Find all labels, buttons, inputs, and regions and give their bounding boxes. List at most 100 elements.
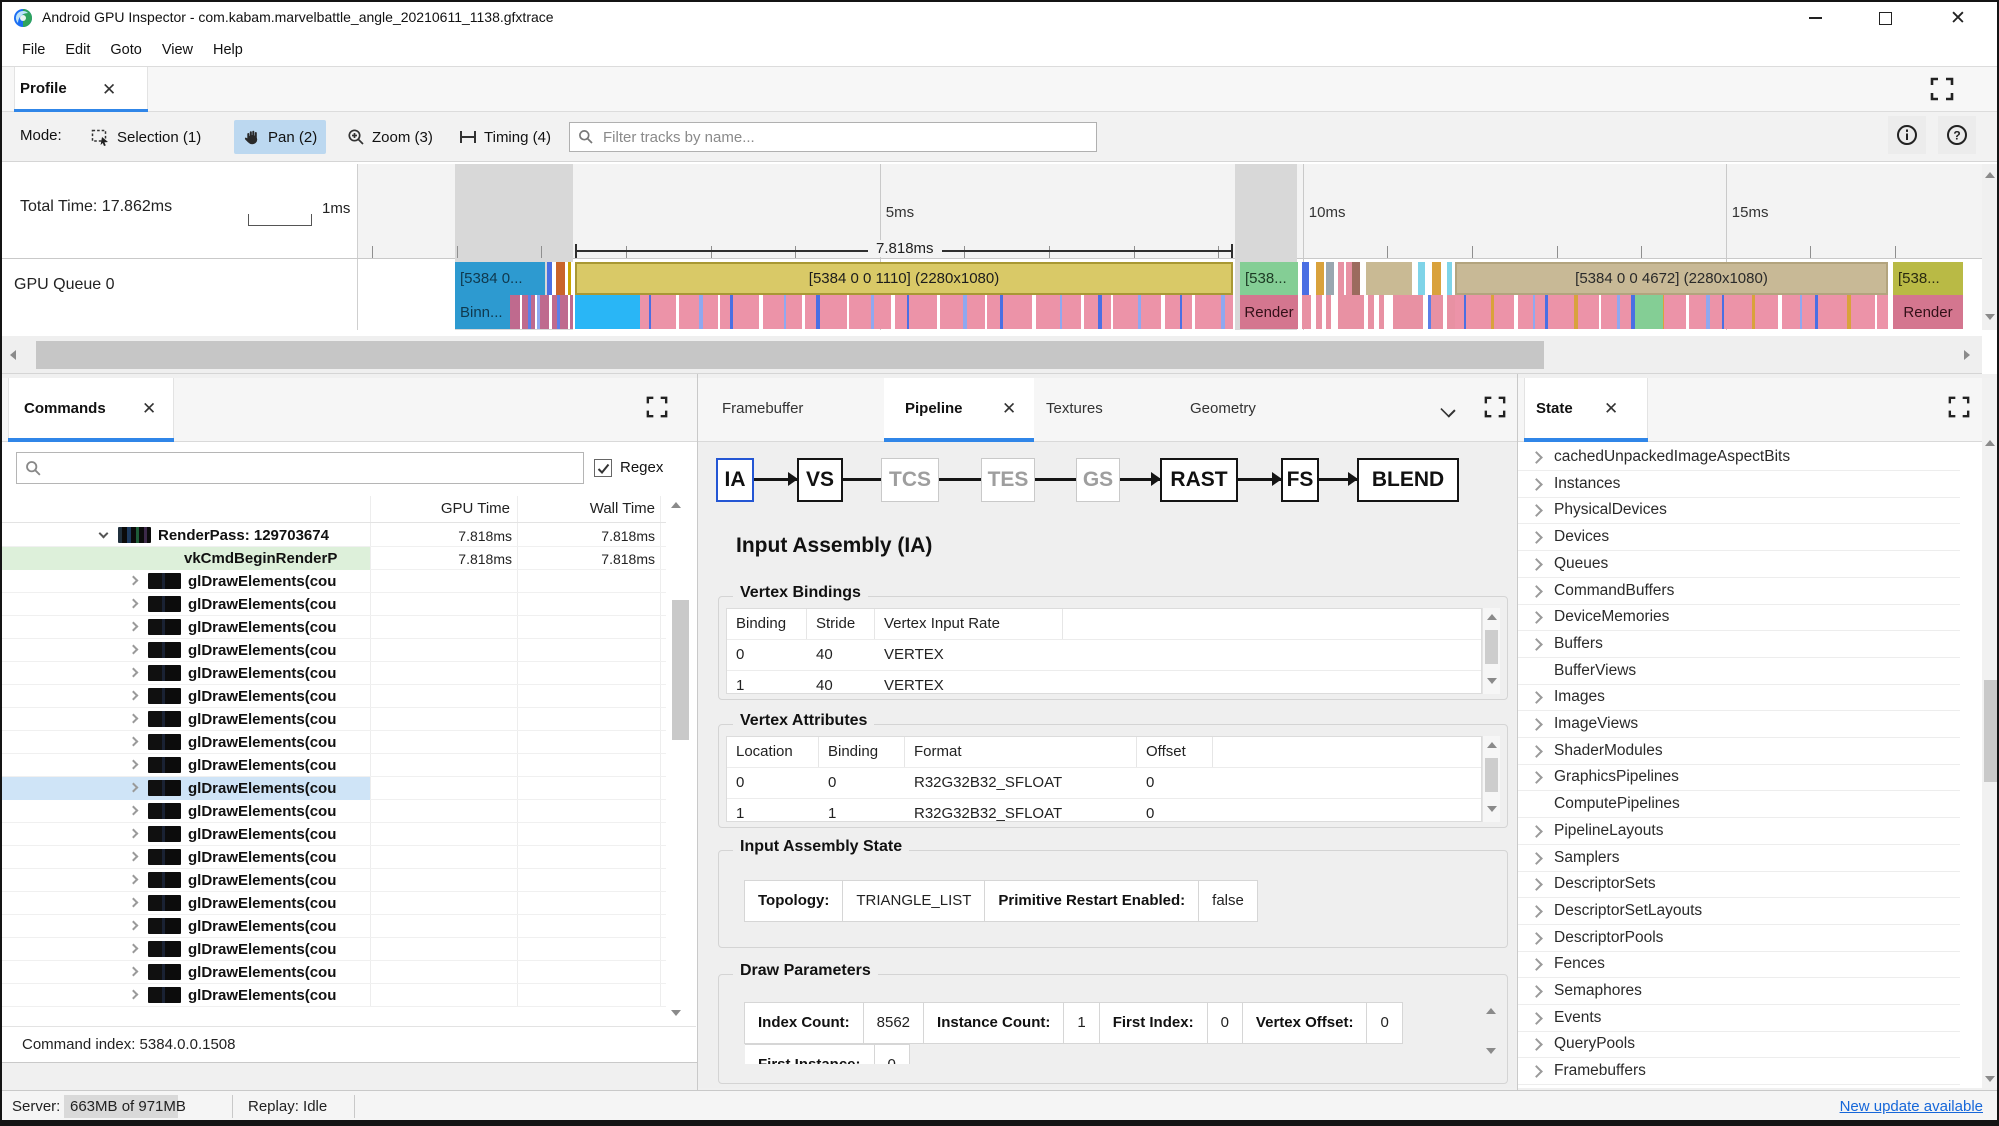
scroll-up-icon[interactable] <box>1487 614 1497 620</box>
tab-pipeline-close-icon[interactable]: ✕ <box>1002 399 1016 419</box>
state-item-querypools[interactable]: QueryPools <box>1518 1031 1960 1059</box>
chevron-right-icon[interactable] <box>1530 718 1543 731</box>
scrollbar-thumb[interactable] <box>1485 758 1498 792</box>
chevron-right-icon[interactable] <box>1530 504 1543 518</box>
profile-fullscreen-icon[interactable] <box>1930 77 1954 101</box>
state-item-framebuffers[interactable]: Framebuffers <box>1518 1058 1960 1086</box>
scroll-up-icon[interactable] <box>1486 1008 1496 1014</box>
tab-commands-close-icon[interactable]: ✕ <box>142 399 156 419</box>
track-slice[interactable]: Binn... <box>455 295 510 329</box>
chevron-right-icon[interactable] <box>1530 931 1543 945</box>
scroll-up-icon[interactable] <box>1487 742 1497 748</box>
state-item-events[interactable]: Events <box>1518 1005 1960 1032</box>
pipeline-stage-fs[interactable]: FS <box>1281 458 1319 502</box>
update-link[interactable]: New update available <box>1840 1098 1983 1115</box>
commands-scroll-up-icon[interactable] <box>671 502 681 508</box>
track-slice[interactable]: [5384 0... <box>455 262 545 295</box>
state-item-samplers[interactable]: Samplers <box>1518 845 1960 872</box>
scroll-down-icon[interactable] <box>1985 1076 1995 1082</box>
state-item-buffers[interactable]: Buffers <box>1518 631 1960 658</box>
mode-button-zoom[interactable]: Zoom (3) <box>338 120 442 154</box>
table-row[interactable]: 0 40 VERTEX <box>727 640 1481 671</box>
tab-geometry[interactable]: Geometry <box>1190 400 1256 417</box>
chevron-right-icon[interactable] <box>1530 451 1543 464</box>
panel-divider[interactable] <box>1517 374 1518 1090</box>
track-slice[interactable] <box>510 295 573 329</box>
chevron-right-icon[interactable] <box>1530 477 1543 491</box>
close-button[interactable]: ✕ <box>1935 1 1981 35</box>
tab-textures[interactable]: Textures <box>1046 400 1103 417</box>
track-slice[interactable]: [5384 0 0 4672] (2280x1080) <box>1455 262 1888 295</box>
pipeline-stage-ia[interactable]: IA <box>716 458 754 502</box>
table-scrollbar[interactable] <box>1482 736 1500 822</box>
commands-fullscreen-icon[interactable] <box>646 396 668 418</box>
table-scrollbar[interactable] <box>1482 608 1500 694</box>
scroll-right-icon[interactable] <box>1964 350 1970 360</box>
panel-divider[interactable] <box>697 374 698 1090</box>
minimize-button[interactable] <box>1792 1 1838 35</box>
pipeline-stage-vs[interactable]: VS <box>797 458 843 502</box>
state-item-instances[interactable]: Instances <box>1518 471 1960 498</box>
menu-item-help[interactable]: Help <box>203 39 253 61</box>
chevron-right-icon[interactable] <box>1530 824 1543 838</box>
tab-profile-close-icon[interactable]: ✕ <box>102 80 116 100</box>
track-slice[interactable]: Render <box>1240 295 1298 329</box>
state-item-cachedunpackedimageaspectbits[interactable]: cachedUnpackedImageAspectBits <box>1518 444 1960 471</box>
state-item-computepipelines[interactable]: ComputePipelines <box>1518 791 1960 819</box>
track-slice[interactable] <box>1455 295 1888 329</box>
chevron-right-icon[interactable] <box>1530 905 1543 918</box>
track-slice[interactable]: [538... <box>1893 262 1963 295</box>
state-item-commandbuffers[interactable]: CommandBuffers <box>1518 578 1960 605</box>
regex-checkbox[interactable] <box>594 459 612 477</box>
scroll-down-icon[interactable] <box>1487 806 1497 812</box>
pipeline-fullscreen-icon[interactable] <box>1484 396 1506 418</box>
chevron-right-icon[interactable] <box>1530 1065 1543 1078</box>
table-row[interactable]: 1 1 R32G32B32_SFLOAT 0 <box>727 799 1481 821</box>
chevron-right-icon[interactable] <box>1530 744 1543 758</box>
state-item-semaphores[interactable]: Semaphores <box>1518 978 1960 1005</box>
info-button[interactable] <box>1888 116 1926 154</box>
mode-button-timing[interactable]: Timing (4) <box>450 120 560 154</box>
tab-framebuffer[interactable]: Framebuffer <box>722 400 803 417</box>
pipeline-stage-gs[interactable]: GS <box>1076 458 1120 502</box>
chevron-right-icon[interactable] <box>1530 638 1543 651</box>
chevron-right-icon[interactable] <box>1530 771 1543 785</box>
state-item-physicaldevices[interactable]: PhysicalDevices <box>1518 497 1960 525</box>
scrollbar-thumb[interactable] <box>1485 630 1498 664</box>
menu-item-view[interactable]: View <box>152 39 203 61</box>
state-item-bufferviews[interactable]: BufferViews <box>1518 658 1960 685</box>
vertex-bindings-table[interactable]: Binding Stride Vertex Input Rate 0 40 VERTEX 1… <box>726 608 1482 694</box>
help-button[interactable]: ? <box>1938 116 1976 154</box>
maximize-button[interactable] <box>1862 1 1908 35</box>
chevron-right-icon[interactable] <box>1530 691 1543 705</box>
filter-tracks-input[interactable] <box>601 127 1088 147</box>
scroll-down-icon[interactable] <box>1985 314 1995 320</box>
commands-scrollbar-thumb[interactable] <box>672 600 689 740</box>
chevron-right-icon[interactable] <box>1530 611 1543 625</box>
filter-tracks-field[interactable] <box>569 122 1097 152</box>
chevron-right-icon[interactable] <box>1530 1038 1543 1052</box>
track-slice[interactable] <box>547 262 573 295</box>
state-item-shadermodules[interactable]: ShaderModules <box>1518 738 1960 765</box>
chevron-right-icon[interactable] <box>1530 958 1543 972</box>
chevron-right-icon[interactable] <box>1530 851 1543 865</box>
column-header-wall-time[interactable]: Wall Time <box>575 500 655 517</box>
track-slice[interactable] <box>575 295 640 329</box>
chevron-right-icon[interactable] <box>1530 985 1543 998</box>
scroll-up-icon[interactable] <box>1985 440 1995 446</box>
state-item-queues[interactable]: Queues <box>1518 551 1960 578</box>
state-item-imageviews[interactable]: ImageViews <box>1518 711 1960 738</box>
table-row[interactable]: 0 0 R32G32B32_SFLOAT 0 <box>727 768 1481 799</box>
state-item-pipelinelayouts[interactable]: PipelineLayouts <box>1518 818 1960 845</box>
timeline-horizontal-scrollbar[interactable] <box>2 336 1982 374</box>
scroll-up-icon[interactable] <box>1985 172 1995 178</box>
chevron-right-icon[interactable] <box>1530 584 1543 598</box>
state-scrollbar-thumb[interactable] <box>1984 680 1997 782</box>
pipeline-stage-tcs[interactable]: TCS <box>881 458 939 502</box>
chevron-right-icon[interactable] <box>1530 557 1543 571</box>
scroll-down-icon[interactable] <box>1486 1048 1496 1054</box>
track-slice[interactable]: [5384 0 0 1110] (2280x1080) <box>575 262 1233 295</box>
scroll-down-icon[interactable] <box>1487 678 1497 684</box>
state-item-devicememories[interactable]: DeviceMemories <box>1518 604 1960 632</box>
mode-button-pan[interactable]: Pan (2) <box>234 120 327 154</box>
